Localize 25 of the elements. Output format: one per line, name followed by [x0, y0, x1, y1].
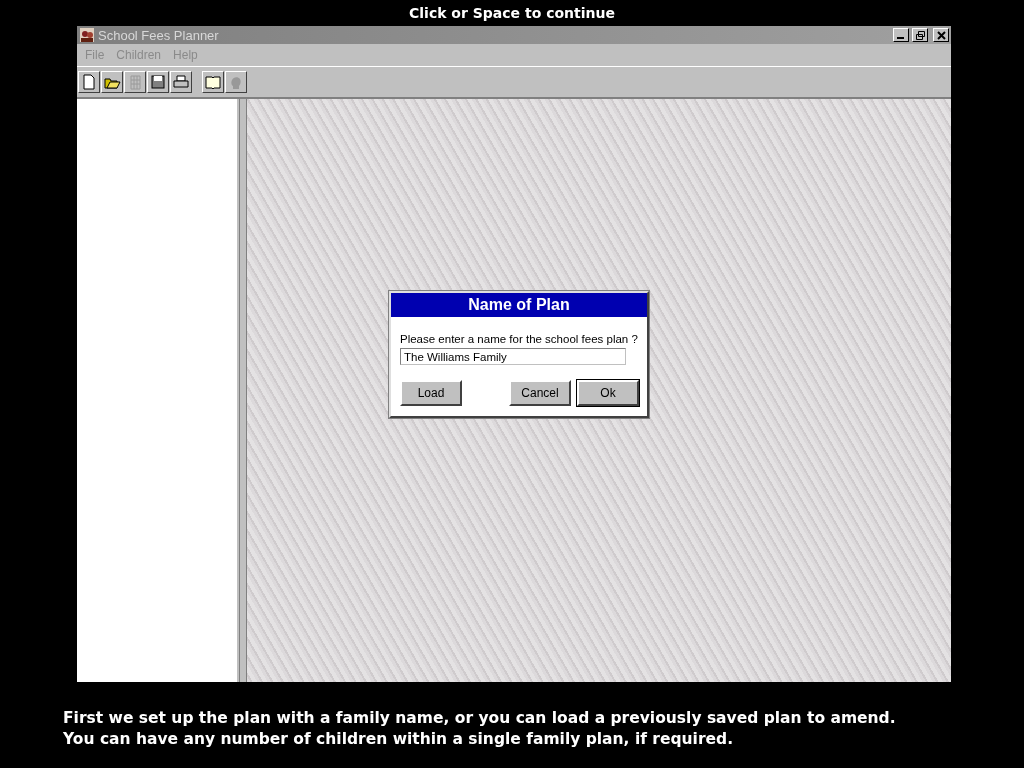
toolbar-button[interactable]: [147, 71, 169, 93]
plan-name-field[interactable]: The Williams Family: [400, 348, 626, 365]
app-icon: [79, 27, 95, 43]
dialog-button[interactable]: Ok: [577, 380, 639, 406]
dialog-button[interactable]: Load: [400, 380, 462, 406]
minimize-button[interactable]: [893, 28, 909, 42]
close-icon: [936, 30, 946, 40]
toolbar-button[interactable]: [202, 71, 224, 93]
window-title: School Fees Planner: [98, 27, 219, 43]
save-icon: [149, 73, 167, 91]
explanation-text: First we set up the plan with a family name, or you can load a previously saved plan to amend.: [63, 708, 897, 729]
restore-button[interactable]: [912, 28, 928, 42]
dialog-button[interactable]: Cancel: [509, 380, 571, 406]
print-icon: [172, 73, 190, 91]
toolbar-button[interactable]: [170, 71, 192, 93]
dialog-title: Name of Plan: [391, 293, 647, 317]
dialog-prompt: Please enter a name for the school fees plan ?: [400, 333, 639, 345]
toolbar-button[interactable]: [78, 71, 100, 93]
explanation-text: You can have any number of children within a single family plan, if required.: [63, 729, 735, 750]
book-icon: [204, 73, 222, 91]
instruction-caption: Click or Space to continue: [409, 5, 615, 21]
new-icon: [80, 73, 98, 91]
close-button[interactable]: [933, 28, 949, 42]
toolbar-button[interactable]: [101, 71, 123, 93]
restore-icon: [915, 30, 925, 40]
